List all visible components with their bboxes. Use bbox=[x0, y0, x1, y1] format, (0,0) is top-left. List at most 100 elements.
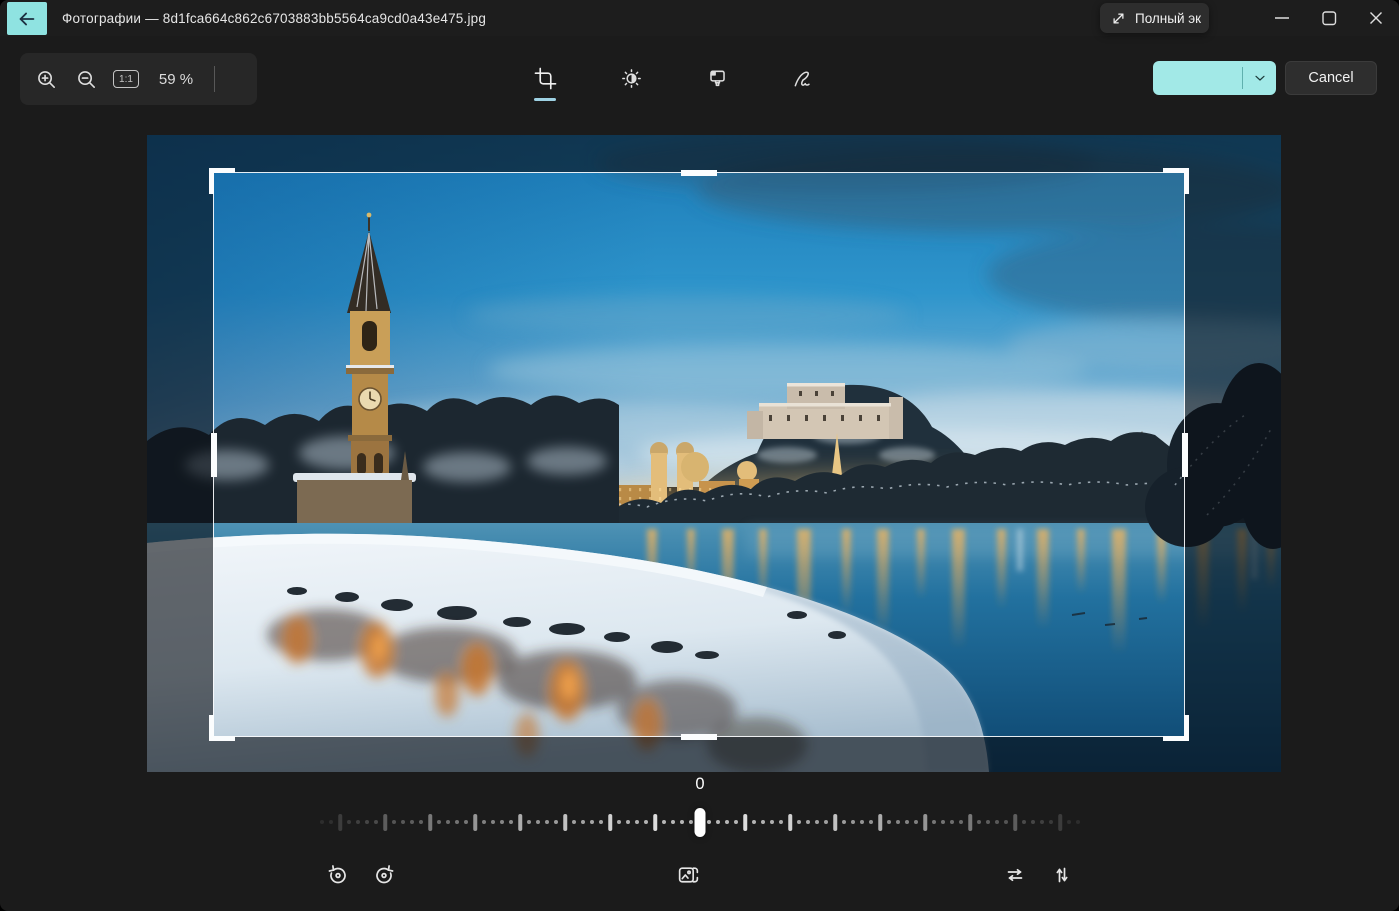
ruler-tick bbox=[563, 814, 567, 831]
ruler-tick bbox=[869, 820, 873, 824]
ruler-tick bbox=[536, 820, 540, 824]
ruler-tick bbox=[770, 820, 774, 824]
brightness-adjust-icon bbox=[621, 68, 641, 88]
ruler-tick bbox=[401, 820, 405, 824]
ruler-tick bbox=[779, 820, 783, 824]
zoom-level: 59 % bbox=[158, 70, 194, 88]
ruler-tick bbox=[707, 820, 711, 824]
ruler-tick bbox=[887, 820, 891, 824]
ruler-tick bbox=[959, 820, 963, 824]
aspect-ratio-icon bbox=[678, 866, 698, 883]
ruler-tick bbox=[680, 820, 684, 824]
ruler-tick bbox=[626, 820, 630, 824]
adjust-tool-button[interactable] bbox=[611, 58, 651, 98]
ruler-tick bbox=[320, 820, 324, 824]
ruler-tick bbox=[590, 820, 594, 824]
ruler-tick bbox=[491, 820, 495, 824]
fullscreen-label: Полный эк bbox=[1135, 10, 1202, 26]
maximize-button[interactable] bbox=[1305, 0, 1352, 36]
chevron-down-icon bbox=[1254, 75, 1265, 81]
photo-canvas bbox=[147, 135, 1281, 772]
minimize-button[interactable] bbox=[1258, 0, 1305, 36]
crop-box[interactable] bbox=[209, 168, 1189, 741]
ruler-tick bbox=[1031, 820, 1035, 824]
flip-vertical-button[interactable] bbox=[1042, 855, 1082, 895]
ruler-tick bbox=[914, 820, 918, 824]
ruler-tick bbox=[653, 814, 657, 831]
ruler-tick bbox=[356, 820, 360, 824]
draw-tool-button[interactable] bbox=[783, 58, 823, 98]
ruler-tick bbox=[1049, 820, 1053, 824]
ruler-tick bbox=[1067, 820, 1071, 824]
cancel-button[interactable]: Cancel bbox=[1285, 61, 1377, 95]
fullscreen-expand-icon bbox=[1113, 13, 1124, 23]
ruler-tick bbox=[455, 820, 459, 824]
ruler-tick bbox=[338, 814, 342, 831]
ruler-tick bbox=[896, 820, 900, 824]
ruler-tick bbox=[392, 820, 396, 824]
ruler-tick bbox=[977, 820, 981, 824]
edit-tools bbox=[525, 58, 823, 98]
ruler-tick bbox=[950, 820, 954, 824]
ruler-tick bbox=[986, 820, 990, 824]
crop-handle-top-right[interactable] bbox=[1163, 168, 1189, 194]
ruler-tick bbox=[1004, 820, 1008, 824]
ruler-tick bbox=[374, 820, 378, 824]
crop-handle-top-left[interactable] bbox=[209, 168, 235, 194]
ruler-tick bbox=[743, 814, 747, 831]
ruler-tick bbox=[725, 820, 729, 824]
ruler-tick bbox=[1058, 814, 1062, 831]
ruler-tick bbox=[716, 820, 720, 824]
ruler-tick bbox=[878, 814, 882, 831]
crop-handle-bottom-right[interactable] bbox=[1163, 715, 1189, 741]
ruler-tick bbox=[365, 820, 369, 824]
ruler-tick bbox=[860, 820, 864, 824]
save-button[interactable] bbox=[1153, 61, 1242, 95]
ruler-tick bbox=[518, 814, 522, 831]
flip-horizontal-button[interactable] bbox=[995, 855, 1035, 895]
crop-handle-bottom-left[interactable] bbox=[209, 715, 235, 741]
flip-horizontal-icon bbox=[1007, 868, 1023, 882]
back-button[interactable] bbox=[7, 2, 47, 35]
crop-handle-bottom[interactable] bbox=[681, 733, 717, 740]
ruler-tick bbox=[1022, 820, 1026, 824]
ruler-tick bbox=[635, 820, 639, 824]
aspect-ratio-button[interactable] bbox=[668, 855, 708, 895]
ruler-tick bbox=[851, 820, 855, 824]
close-button[interactable] bbox=[1352, 0, 1399, 36]
ruler-tick bbox=[842, 820, 846, 824]
ruler-tick bbox=[410, 820, 414, 824]
rotate-cw-button[interactable] bbox=[364, 855, 404, 895]
ruler-tick bbox=[383, 814, 387, 831]
straighten-ruler[interactable] bbox=[320, 806, 1080, 838]
cancel-label: Cancel bbox=[1308, 70, 1354, 86]
fullscreen-button[interactable]: Полный эк bbox=[1100, 3, 1209, 33]
ruler-tick bbox=[1076, 820, 1080, 824]
filter-tool-button[interactable] bbox=[697, 58, 737, 98]
ruler-tick bbox=[815, 820, 819, 824]
save-split-button bbox=[1153, 61, 1276, 95]
crop-tool-button[interactable] bbox=[525, 58, 565, 98]
rotate-ccw-button[interactable] bbox=[318, 855, 358, 895]
ruler-tick bbox=[734, 820, 738, 824]
crop-handle-right[interactable] bbox=[1181, 432, 1188, 477]
ruler-tick bbox=[527, 820, 531, 824]
crop-handle-left[interactable] bbox=[210, 432, 217, 477]
save-options-button[interactable] bbox=[1243, 61, 1276, 95]
ruler-tick bbox=[572, 820, 576, 824]
draw-icon bbox=[794, 70, 810, 86]
crop-handle-top[interactable] bbox=[681, 169, 717, 176]
ruler-tick bbox=[482, 820, 486, 824]
zoom-in-icon bbox=[37, 70, 55, 88]
ruler-tick bbox=[995, 820, 999, 824]
ruler-tick bbox=[446, 820, 450, 824]
zoom-out-icon bbox=[77, 70, 95, 88]
ruler-tick bbox=[428, 814, 432, 831]
one-to-one-icon: 1:1 bbox=[119, 73, 133, 85]
zoom-in-button[interactable] bbox=[26, 59, 66, 99]
ruler-tick bbox=[464, 820, 468, 824]
filter-icon bbox=[709, 70, 725, 86]
zoom-out-button[interactable] bbox=[66, 59, 106, 99]
one-to-one-button[interactable]: 1:1 bbox=[113, 70, 139, 88]
straighten-handle[interactable] bbox=[694, 808, 706, 837]
